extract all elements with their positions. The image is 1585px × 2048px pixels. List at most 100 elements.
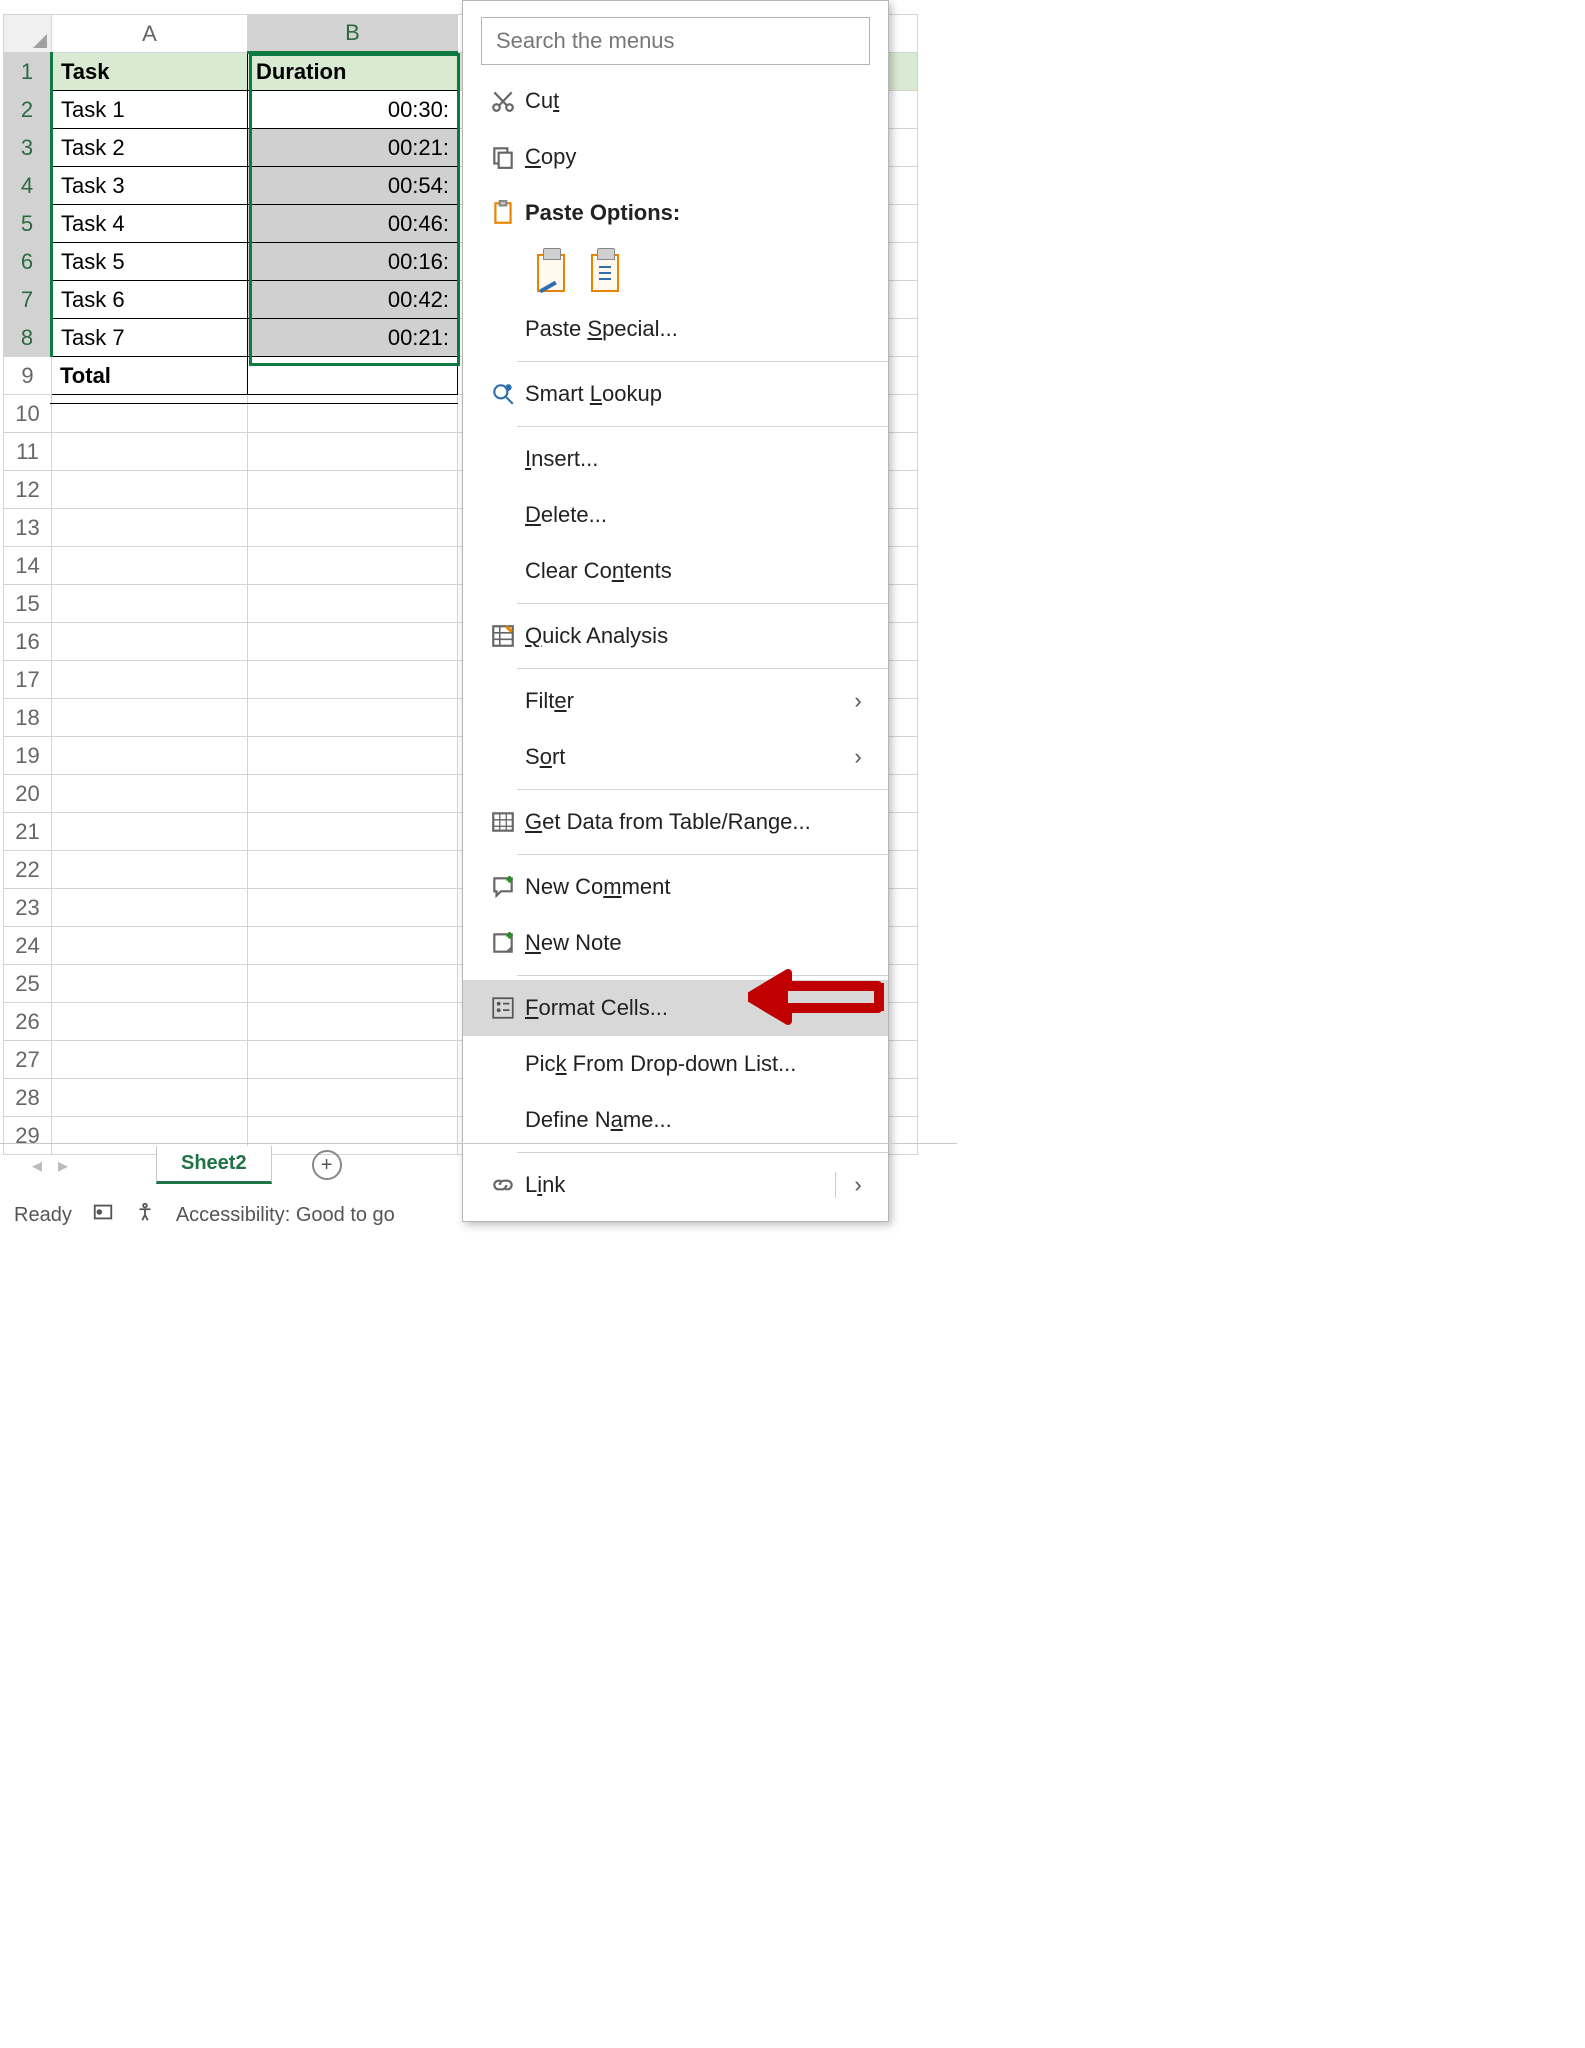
cell-B28[interactable] (248, 1079, 458, 1117)
cell-B12[interactable] (248, 471, 458, 509)
row-head-10[interactable]: 10 (4, 395, 52, 433)
cell-B14[interactable] (248, 547, 458, 585)
row-head-8[interactable]: 8 (4, 319, 52, 357)
cell-A23[interactable] (52, 889, 248, 927)
cell-B6[interactable]: 00:16: (248, 243, 458, 281)
cell-A2[interactable]: Task 1 (52, 91, 248, 129)
cell-B7[interactable]: 00:42: (248, 281, 458, 319)
row-head-17[interactable]: 17 (4, 661, 52, 699)
cell-A18[interactable] (52, 699, 248, 737)
cell-A24[interactable] (52, 927, 248, 965)
cell-A15[interactable] (52, 585, 248, 623)
col-head-A[interactable]: A (52, 15, 248, 53)
cell-A1[interactable]: Task (52, 53, 248, 91)
row-head-24[interactable]: 24 (4, 927, 52, 965)
cell-B5[interactable]: 00:46: (248, 205, 458, 243)
menu-quick-analysis[interactable]: Quick Analysis (463, 608, 888, 664)
menu-search-input[interactable]: Search the menus (481, 17, 870, 65)
row-head-12[interactable]: 12 (4, 471, 52, 509)
paste-values-icon[interactable] (587, 250, 623, 292)
cell-A13[interactable] (52, 509, 248, 547)
cell-B10[interactable] (248, 395, 458, 433)
row-head-4[interactable]: 4 (4, 167, 52, 205)
row-head-6[interactable]: 6 (4, 243, 52, 281)
menu-new-comment[interactable]: New Comment (463, 859, 888, 915)
select-all-triangle[interactable] (4, 15, 52, 53)
cell-A28[interactable] (52, 1079, 248, 1117)
menu-filter[interactable]: Filter › (463, 673, 888, 729)
row-head-19[interactable]: 19 (4, 737, 52, 775)
tab-nav-next[interactable]: ▸ (50, 1153, 76, 1178)
cell-B20[interactable] (248, 775, 458, 813)
sheet-tab[interactable]: Sheet2 (156, 1146, 272, 1184)
cell-A14[interactable] (52, 547, 248, 585)
tab-nav-prev[interactable]: ◂ (24, 1153, 50, 1178)
cell-A25[interactable] (52, 965, 248, 1003)
menu-sort[interactable]: Sort › (463, 729, 888, 785)
cell-B21[interactable] (248, 813, 458, 851)
menu-pick-dropdown[interactable]: Pick From Drop-down List... (463, 1036, 888, 1092)
row-head-5[interactable]: 5 (4, 205, 52, 243)
row-head-21[interactable]: 21 (4, 813, 52, 851)
cell-A26[interactable] (52, 1003, 248, 1041)
cell-A5[interactable]: Task 4 (52, 205, 248, 243)
cell-B8[interactable]: 00:21: (248, 319, 458, 357)
cell-B24[interactable] (248, 927, 458, 965)
row-head-9[interactable]: 9 (4, 357, 52, 395)
cell-A10[interactable] (52, 395, 248, 433)
cell-A20[interactable] (52, 775, 248, 813)
row-head-2[interactable]: 2 (4, 91, 52, 129)
row-head-18[interactable]: 18 (4, 699, 52, 737)
row-head-14[interactable]: 14 (4, 547, 52, 585)
row-head-16[interactable]: 16 (4, 623, 52, 661)
cell-B15[interactable] (248, 585, 458, 623)
row-head-23[interactable]: 23 (4, 889, 52, 927)
row-head-20[interactable]: 20 (4, 775, 52, 813)
cell-A19[interactable] (52, 737, 248, 775)
menu-get-data[interactable]: Get Data from Table/Range... (463, 794, 888, 850)
cell-A16[interactable] (52, 623, 248, 661)
cell-A21[interactable] (52, 813, 248, 851)
cell-B23[interactable] (248, 889, 458, 927)
row-head-7[interactable]: 7 (4, 281, 52, 319)
cell-B22[interactable] (248, 851, 458, 889)
cell-B9[interactable] (248, 357, 458, 395)
row-head-13[interactable]: 13 (4, 509, 52, 547)
row-head-26[interactable]: 26 (4, 1003, 52, 1041)
menu-smart-lookup[interactable]: i Smart Lookup (463, 366, 888, 422)
menu-paste-special[interactable]: Paste Special... (463, 301, 888, 357)
menu-delete[interactable]: Delete... (463, 487, 888, 543)
cell-A27[interactable] (52, 1041, 248, 1079)
accessibility-icon[interactable] (134, 1201, 156, 1229)
cell-A11[interactable] (52, 433, 248, 471)
menu-insert[interactable]: Insert... (463, 431, 888, 487)
row-head-11[interactable]: 11 (4, 433, 52, 471)
cell-B3[interactable]: 00:21: (248, 129, 458, 167)
cell-B25[interactable] (248, 965, 458, 1003)
row-head-22[interactable]: 22 (4, 851, 52, 889)
cell-B13[interactable] (248, 509, 458, 547)
row-head-3[interactable]: 3 (4, 129, 52, 167)
paste-keep-formatting-icon[interactable] (533, 250, 569, 292)
menu-new-note[interactable]: New Note (463, 915, 888, 971)
cell-A6[interactable]: Task 5 (52, 243, 248, 281)
cell-B26[interactable] (248, 1003, 458, 1041)
row-head-15[interactable]: 15 (4, 585, 52, 623)
menu-define-name[interactable]: Define Name... (463, 1092, 888, 1148)
cell-B11[interactable] (248, 433, 458, 471)
menu-copy[interactable]: Copy (463, 129, 888, 185)
menu-clear-contents[interactable]: Clear Contents (463, 543, 888, 599)
cell-B4[interactable]: 00:54: (248, 167, 458, 205)
cell-A7[interactable]: Task 6 (52, 281, 248, 319)
row-head-25[interactable]: 25 (4, 965, 52, 1003)
cell-B16[interactable] (248, 623, 458, 661)
cell-B2[interactable]: 00:30: (248, 91, 458, 129)
cell-A9[interactable]: Total (52, 357, 248, 395)
cell-B27[interactable] (248, 1041, 458, 1079)
menu-format-cells[interactable]: Format Cells... (463, 980, 888, 1036)
cell-A4[interactable]: Task 3 (52, 167, 248, 205)
col-head-B[interactable]: B (248, 15, 458, 53)
cell-B19[interactable] (248, 737, 458, 775)
cell-A8[interactable]: Task 7 (52, 319, 248, 357)
cell-B18[interactable] (248, 699, 458, 737)
